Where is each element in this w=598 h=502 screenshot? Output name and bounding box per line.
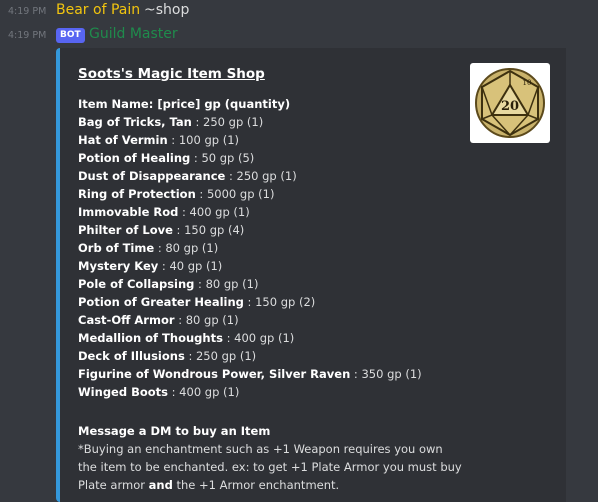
list-item: Figurine of Wondrous Power, Silver Raven… — [78, 365, 422, 383]
item-detail: : 5000 gp (1) — [195, 187, 275, 201]
footer-text: Plate armor — [78, 478, 149, 492]
list-item: Potion of Greater Healing : 150 gp (2) — [78, 293, 422, 311]
list-header: Item Name: [price] gp (quantity) — [78, 95, 422, 113]
list-item: Hat of Vermin : 100 gp (1) — [78, 131, 422, 149]
timestamp: 4:19 PM — [8, 30, 47, 41]
item-detail: : 250 gp (1) — [191, 115, 264, 129]
item-name: Philter of Love — [78, 223, 173, 237]
die-face-number: 20 — [501, 99, 519, 114]
footer-title: Message a DM to buy an Item — [78, 424, 271, 438]
item-detail: : 250 gp (1) — [184, 349, 257, 363]
item-detail: : 80 gp (1) — [154, 241, 219, 255]
item-name: Potion of Greater Healing — [78, 295, 244, 309]
timestamp: 4:19 PM — [8, 6, 47, 17]
item-name: Cast-Off Armor — [78, 313, 175, 327]
list-item: Immovable Rod : 400 gp (1) — [78, 203, 422, 221]
author-name[interactable]: Bear of Pain — [56, 2, 140, 18]
list-item: Cast-Off Armor : 80 gp (1) — [78, 311, 422, 329]
bot-tag: BOT — [56, 28, 85, 43]
item-name: Ring of Protection — [78, 187, 196, 201]
list-item: Potion of Healing : 50 gp (5) — [78, 149, 422, 167]
die-side-number: 10 — [523, 79, 532, 87]
d20-dice-icon: 20 10 — [475, 68, 545, 138]
footer-line: *Buying an enchantment such as +1 Weapon… — [78, 442, 443, 456]
item-detail: : 50 gp (5) — [190, 151, 255, 165]
shop-embed: Soots's Magic Item Shop 20 10 Item Name:… — [56, 48, 566, 502]
list-item: Bag of Tricks, Tan : 250 gp (1) — [78, 113, 422, 131]
item-name: Orb of Time — [78, 241, 155, 255]
footer-bold: and — [148, 478, 173, 492]
list-item: Deck of Illusions : 250 gp (1) — [78, 347, 422, 365]
list-item: Medallion of Thoughts : 400 gp (1) — [78, 329, 422, 347]
item-detail: : 350 gp (1) — [350, 367, 422, 381]
item-detail: : 100 gp (1) — [167, 133, 239, 147]
item-detail: : 40 gp (1) — [158, 259, 223, 273]
item-name: Medallion of Thoughts — [78, 331, 223, 345]
list-item: Pole of Collapsing : 80 gp (1) — [78, 275, 422, 293]
message-row-user: 4:19 PM Bear of Pain ~shop — [0, 2, 598, 24]
embed-footer: Message a DM to buy an Item *Buying an e… — [78, 422, 462, 494]
item-list: Item Name: [price] gp (quantity) Bag of … — [78, 95, 422, 401]
message-text: ~shop — [144, 2, 190, 18]
item-detail: : 400 gp (1) — [222, 331, 295, 345]
item-name: Potion of Healing — [78, 151, 191, 165]
list-item: Winged Boots : 400 gp (1) — [78, 383, 422, 401]
footer-line: Plate armor and the +1 Armor enchantment… — [78, 476, 462, 494]
list-item: Orb of Time : 80 gp (1) — [78, 239, 422, 257]
item-name: Dust of Disappearance — [78, 169, 226, 183]
item-name: Bag of Tricks, Tan — [78, 115, 192, 129]
footer-text: the +1 Armor enchantment. — [172, 478, 340, 492]
item-detail: : 150 gp (2) — [243, 295, 316, 309]
item-name: Mystery Key — [78, 259, 159, 273]
item-name: Pole of Collapsing — [78, 277, 195, 291]
footer-line: the item to be enchanted. ex: to get +1 … — [78, 460, 462, 474]
item-detail: : 400 gp (1) — [178, 205, 250, 219]
item-name: Deck of Illusions — [78, 349, 185, 363]
embed-title: Soots's Magic Item Shop — [78, 66, 265, 82]
item-detail: : 80 gp (1) — [194, 277, 259, 291]
message-row-bot: 4:19 PM BOT Guild Master — [0, 26, 598, 48]
item-detail: : 250 gp (1) — [225, 169, 297, 183]
item-name: Immovable Rod — [78, 205, 179, 219]
item-detail: : 400 gp (1) — [168, 385, 240, 399]
item-detail: : 150 gp (4) — [172, 223, 245, 237]
list-item: Mystery Key : 40 gp (1) — [78, 257, 422, 275]
author-name[interactable]: Guild Master — [89, 26, 178, 42]
list-item: Philter of Love : 150 gp (4) — [78, 221, 422, 239]
list-item: Ring of Protection : 5000 gp (1) — [78, 185, 422, 203]
list-item: Dust of Disappearance : 250 gp (1) — [78, 167, 422, 185]
item-name: Winged Boots — [78, 385, 168, 399]
header-rest: [price] gp (quantity) — [153, 97, 291, 111]
header-name: Item Name: — [78, 97, 154, 111]
embed-thumbnail[interactable]: 20 10 — [470, 63, 550, 143]
item-name: Hat of Vermin — [78, 133, 168, 147]
item-detail: : 80 gp (1) — [174, 313, 239, 327]
item-name: Figurine of Wondrous Power, Silver Raven — [78, 367, 351, 381]
